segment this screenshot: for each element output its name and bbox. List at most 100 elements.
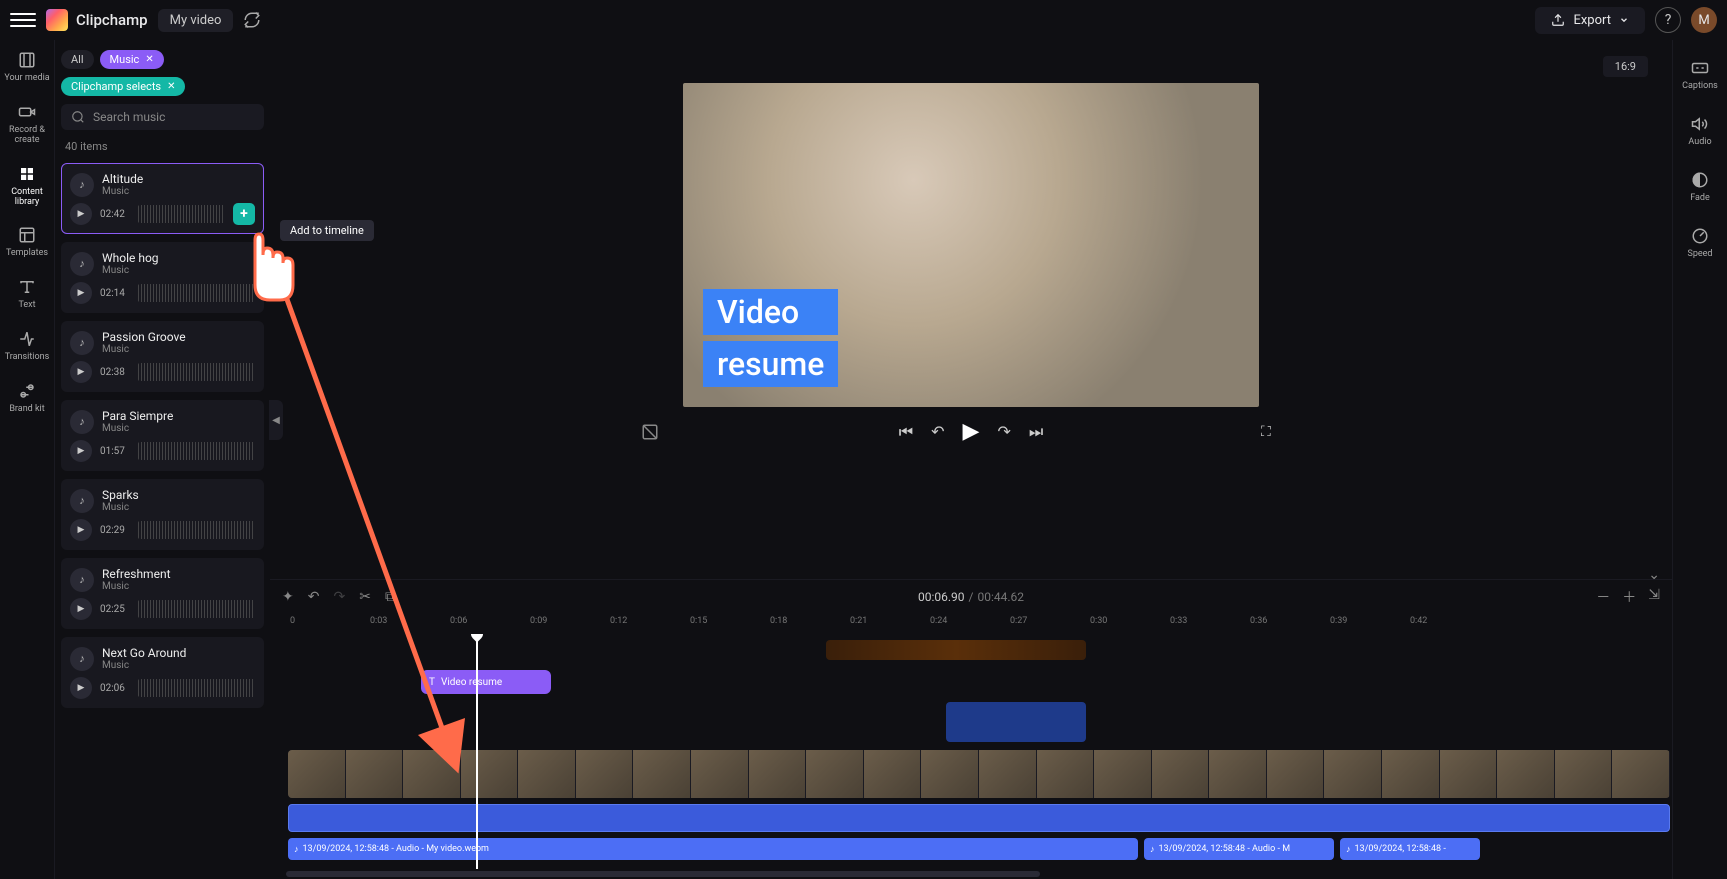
magic-button[interactable]: ✦ <box>282 589 294 605</box>
video-thumbnail <box>633 750 691 798</box>
music-item[interactable]: ♪ Altitude Music ▶ 02:42 + <box>61 163 264 234</box>
split-button[interactable]: ✂ <box>359 589 371 605</box>
rail-text[interactable]: Text <box>17 277 37 311</box>
video-thumbnail <box>403 750 461 798</box>
clip-audio-segment-3[interactable]: ♪13/09/2024, 12:58:48 - <box>1340 838 1480 860</box>
play-preview-button[interactable]: ▶ <box>70 519 92 541</box>
timeline-tracks[interactable]: TVideo resume ♪13/09/2024, 12:58:48 - Au… <box>286 634 1672 869</box>
project-name[interactable]: My video <box>158 9 234 32</box>
sync-icon[interactable] <box>243 11 261 29</box>
timeline-ruler[interactable]: 00:030:060:090:120:150:180:210:240:270:3… <box>286 614 1672 634</box>
rail-fade[interactable]: Fade <box>1690 170 1710 204</box>
forward-button[interactable]: ↷ <box>997 422 1010 441</box>
video-thumbnail <box>1497 750 1555 798</box>
music-note-icon: ♪ <box>70 252 94 276</box>
rail-record-create[interactable]: Record & create <box>0 102 54 146</box>
collapse-panel-button[interactable]: ◀ <box>269 400 283 440</box>
rail-captions[interactable]: Captions <box>1682 58 1718 92</box>
scrollbar-thumb[interactable] <box>286 871 1040 877</box>
rail-your-media[interactable]: Your media <box>4 50 49 84</box>
music-duration: 02:38 <box>100 367 130 378</box>
rail-content-library[interactable]: Content library <box>0 164 54 208</box>
menu-icon[interactable] <box>10 7 36 33</box>
search-input[interactable]: Search music <box>61 104 264 130</box>
timeline-scrollbar[interactable] <box>286 869 1656 879</box>
side-panel: All Music✕ Clipchamp selects✕ Search mus… <box>55 40 270 879</box>
music-item[interactable]: ♪ Sparks Music ▶ 02:29 <box>61 479 264 550</box>
playhead[interactable] <box>476 634 478 869</box>
aspect-ratio-button[interactable]: 16:9 <box>1603 56 1648 77</box>
avatar[interactable]: M <box>1691 7 1717 33</box>
play-button[interactable]: ▶ <box>963 419 980 444</box>
clip-audio-segment-2[interactable]: ♪13/09/2024, 12:58:48 - Audio - M <box>1144 838 1334 860</box>
skip-forward-button[interactable]: ⏭ <box>1029 422 1043 442</box>
chip-all[interactable]: All <box>61 50 94 69</box>
app-logo[interactable]: Clipchamp <box>46 9 148 31</box>
music-item[interactable]: ♪ Next Go Around Music ▶ 02:06 <box>61 637 264 708</box>
music-title: Refreshment <box>102 567 171 581</box>
color-off-icon[interactable] <box>641 423 659 441</box>
timeline-options-button[interactable]: ⌄ <box>1648 567 1660 583</box>
brand-icon <box>18 382 36 400</box>
overlay-line-1: Video <box>703 289 838 335</box>
ruler-tick: 0:03 <box>370 616 387 626</box>
rail-audio[interactable]: Audio <box>1688 114 1711 148</box>
clip-audio-waveform[interactable] <box>288 804 1670 832</box>
play-preview-button[interactable]: ▶ <box>70 598 92 620</box>
play-preview-button[interactable]: ▶ <box>70 282 92 304</box>
video-thumbnail <box>979 750 1037 798</box>
music-item[interactable]: ♪ Para Siempre Music ▶ 01:57 <box>61 400 264 471</box>
undo-button[interactable]: ↶ <box>308 589 320 605</box>
search-placeholder: Search music <box>93 110 165 124</box>
help-button[interactable]: ? <box>1655 7 1681 33</box>
copy-button[interactable]: ⧉ <box>385 589 395 605</box>
redo-button[interactable]: ↷ <box>333 589 345 605</box>
music-subtitle: Music <box>102 186 143 197</box>
clip-audio-segment-1[interactable]: ♪13/09/2024, 12:58:48 - Audio - My video… <box>288 838 1138 860</box>
rail-templates[interactable]: Templates <box>6 225 48 259</box>
music-note-icon: ♪ <box>1150 844 1155 855</box>
clip-text[interactable]: TVideo resume <box>421 670 551 694</box>
music-note-icon: ♪ <box>70 173 94 197</box>
chip-clipchamp-selects[interactable]: Clipchamp selects✕ <box>61 77 185 96</box>
overlay-line-2: resume <box>703 341 838 387</box>
clip-effect[interactable] <box>826 640 1086 660</box>
music-subtitle: Music <box>102 423 173 434</box>
music-item[interactable]: ♪ Passion Groove Music ▶ 02:38 <box>61 321 264 392</box>
video-thumbnail <box>1440 750 1498 798</box>
timeline: ✦ ↶ ↷ ✂ ⧉ 00:06.90 / 00:44.62 － ＋ ⇲ ⌄ <box>270 579 1672 879</box>
rail-speed[interactable]: Speed <box>1687 226 1712 260</box>
music-title: Next Go Around <box>102 646 186 660</box>
close-icon[interactable]: ✕ <box>145 54 153 65</box>
add-to-timeline-button[interactable]: + <box>233 203 255 225</box>
waveform-icon <box>138 521 255 539</box>
play-preview-button[interactable]: ▶ <box>70 440 92 462</box>
music-duration: 02:42 <box>100 209 130 220</box>
clip-overlay[interactable] <box>946 702 1086 742</box>
play-preview-button[interactable]: ▶ <box>70 203 92 225</box>
zoom-out-button[interactable]: － <box>1596 587 1610 607</box>
zoom-fit-button[interactable]: ⇲ <box>1648 587 1660 607</box>
waveform-icon <box>138 442 255 460</box>
music-item[interactable]: ♪ Whole hog Music ▶ 02:14 <box>61 242 264 313</box>
play-preview-button[interactable]: ▶ <box>70 361 92 383</box>
rail-transitions[interactable]: Transitions <box>5 329 50 363</box>
close-icon[interactable]: ✕ <box>167 81 175 92</box>
export-button[interactable]: Export <box>1535 7 1645 34</box>
video-canvas[interactable]: Video resume <box>683 83 1259 407</box>
zoom-in-button[interactable]: ＋ <box>1622 587 1636 607</box>
video-thumbnail <box>864 750 922 798</box>
play-preview-button[interactable]: ▶ <box>70 677 92 699</box>
video-thumbnail <box>806 750 864 798</box>
rail-brand-kit[interactable]: Brand kit <box>9 381 44 415</box>
ruler-tick: 0:12 <box>610 616 627 626</box>
video-thumbnail <box>1324 750 1382 798</box>
app-name: Clipchamp <box>76 11 148 29</box>
chip-music[interactable]: Music✕ <box>100 50 164 69</box>
skip-back-button[interactable]: ⏮ <box>899 422 913 442</box>
video-thumbnail <box>1152 750 1210 798</box>
music-item[interactable]: ♪ Refreshment Music ▶ 02:25 <box>61 558 264 629</box>
clip-video-main[interactable] <box>288 750 1670 798</box>
fullscreen-button[interactable]: ⛶ <box>1261 424 1271 440</box>
rewind-button[interactable]: ↶ <box>931 422 944 441</box>
